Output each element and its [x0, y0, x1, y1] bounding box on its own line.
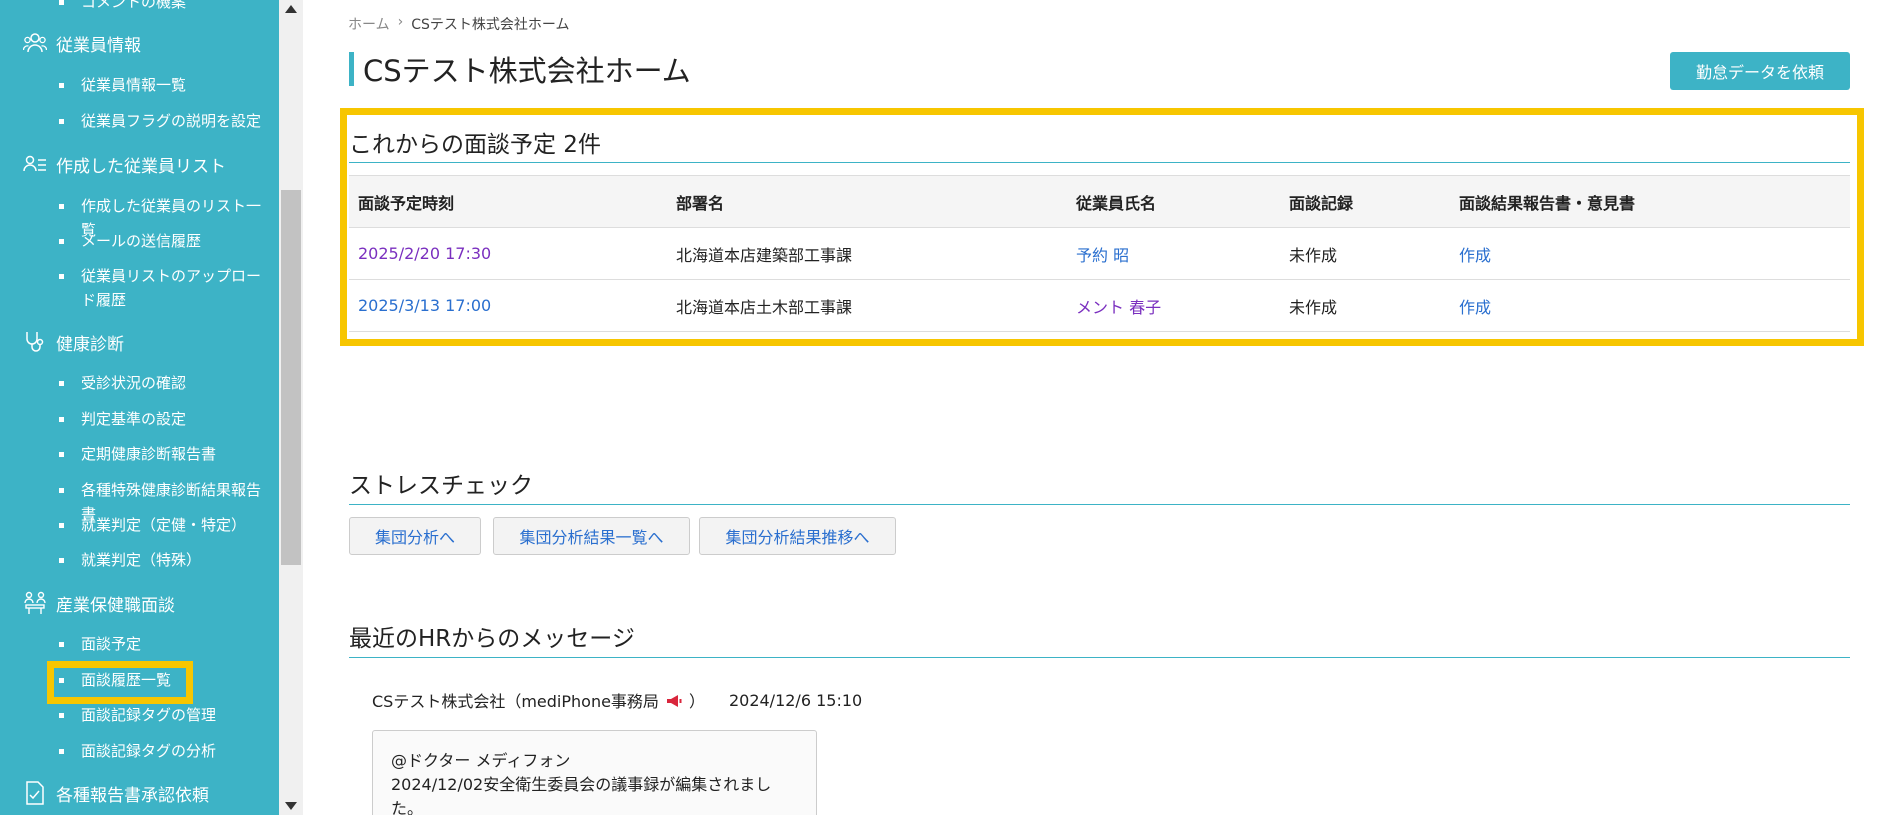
scroll-down-arrow-icon[interactable] [285, 802, 297, 810]
highlight-interview-history [47, 661, 193, 704]
breadcrumb-home[interactable]: ホーム [348, 14, 390, 34]
meeting-icon [22, 590, 48, 616]
message-body: 2024/12/02安全衛生委員会の議事録が編集されました。 [391, 775, 772, 815]
sidebar-item-tag-manage[interactable]: 面談記録タグの管理 [59, 703, 275, 727]
group-analysis-trend-button[interactable]: 集団分析結果推移へ [699, 517, 896, 555]
sidebar-item-comment[interactable]: コメントの機案 [59, 0, 275, 14]
sidebar-section-report-approval[interactable]: 各種報告書承認依頼 [22, 780, 209, 806]
request-attendance-button[interactable]: 勤怠データを依頼 [1670, 52, 1850, 90]
sidebar-scrollbar[interactable] [279, 0, 303, 815]
stress-divider [349, 504, 1850, 505]
breadcrumb-separator: › [397, 14, 404, 30]
document-check-icon [22, 780, 48, 806]
message-sender-close: ） [688, 692, 705, 711]
megaphone-icon [665, 693, 683, 707]
messages-heading: 最近のHRからのメッセージ [349, 626, 635, 652]
sidebar-item-periodic-report[interactable]: 定期健康診断報告書 [59, 442, 275, 466]
message-header: CSテスト株式会社（mediPhone事務局 ） 2024/12/6 15:10 [372, 688, 862, 712]
sidebar-item-mail-history[interactable]: メールの送信履歴 [59, 229, 275, 253]
breadcrumb: ホーム › CSテスト株式会社ホーム [348, 14, 569, 34]
scrollbar-thumb[interactable] [281, 190, 301, 565]
stethoscope-icon [22, 329, 48, 355]
messages-divider [349, 657, 1850, 658]
sidebar-item-work-judgment[interactable]: 就業判定（定健・特定） [59, 513, 275, 537]
message-mention: @ドクター メディフォン [391, 751, 571, 770]
sidebar: コメントの機案 従業員情報 従業員情報一覧 従業員フラグの説明を設定 作成した従… [0, 0, 279, 815]
highlight-schedule [340, 108, 1864, 346]
breadcrumb-current: CSテスト株式会社ホーム [411, 17, 570, 33]
title-accent-bar [349, 52, 354, 86]
sidebar-item-criteria[interactable]: 判定基準の設定 [59, 407, 275, 431]
group-analysis-list-button[interactable]: 集団分析結果一覧へ [493, 517, 690, 555]
group-analysis-button[interactable]: 集団分析へ [349, 517, 481, 555]
people-icon [22, 30, 48, 56]
stress-heading: ストレスチェック [349, 473, 533, 499]
sidebar-section-interview[interactable]: 産業保健職面談 [22, 590, 175, 616]
sidebar-section-created-lists[interactable]: 作成した従業員リスト [22, 151, 226, 177]
message-bubble: @ドクター メディフォン 2024/12/02安全衛生委員会の議事録が編集されま… [372, 730, 817, 815]
sidebar-item-employee-flag[interactable]: 従業員フラグの説明を設定 [59, 109, 275, 133]
sidebar-item-visit-status[interactable]: 受診状況の確認 [59, 371, 275, 395]
page-title: CSテスト株式会社ホーム [363, 54, 691, 88]
sidebar-item-work-judgment-special[interactable]: 就業判定（特殊） [59, 548, 275, 572]
message-time: 2024/12/6 15:10 [728, 690, 863, 710]
sidebar-item-tag-analysis[interactable]: 面談記録タグの分析 [59, 739, 275, 763]
sidebar-item-interview-schedule[interactable]: 面談予定 [59, 632, 275, 656]
sidebar-section-health-check[interactable]: 健康診断 [22, 329, 124, 355]
sidebar-item-employee-list[interactable]: 従業員情報一覧 [59, 73, 275, 97]
sidebar-section-employee-info[interactable]: 従業員情報 [22, 30, 141, 56]
user-list-icon [22, 151, 48, 177]
scroll-up-arrow-icon[interactable] [285, 5, 297, 13]
message-sender: CSテスト株式会社（mediPhone事務局 [372, 692, 659, 711]
sidebar-item-upload-history[interactable]: 従業員リストのアップロード履歴 [59, 264, 275, 312]
